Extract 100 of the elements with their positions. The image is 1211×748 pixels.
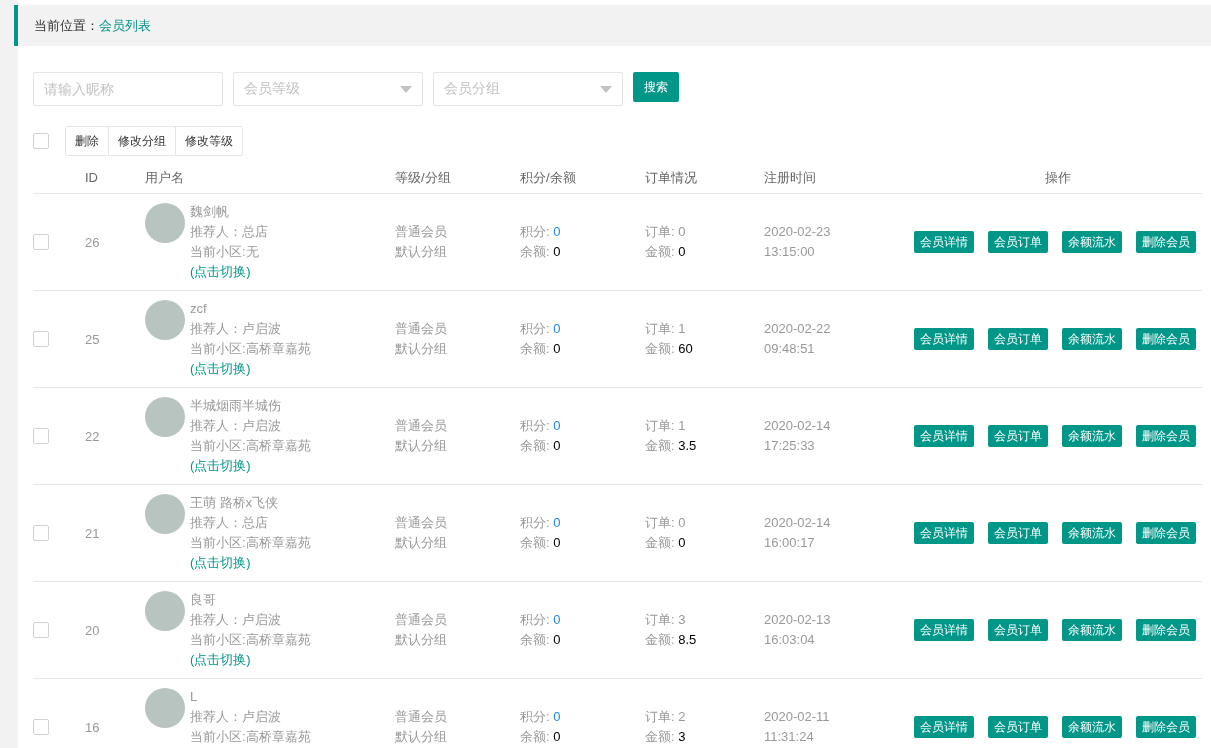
row-checkbox[interactable] [33, 331, 49, 347]
order-count: 订单: 0 [645, 514, 687, 532]
column-header: 等级/分组 [395, 168, 452, 187]
row-checkbox[interactable] [33, 234, 49, 250]
balance-value: 0 [553, 632, 561, 647]
row-checkbox[interactable] [33, 525, 49, 541]
register-date: 2020-02-11 [764, 708, 831, 726]
member-action-button[interactable]: 会员详情 [914, 619, 974, 641]
member-action-button[interactable]: 会员详情 [914, 328, 974, 350]
member-group: 默认分组 [395, 630, 520, 650]
member-action-button[interactable]: 会员订单 [988, 425, 1048, 447]
register-date: 2020-02-22 [764, 320, 832, 338]
balance-value: 0 [553, 729, 561, 744]
order-count: 订单: 3 [645, 611, 687, 629]
breadcrumb-current[interactable]: 会员列表 [99, 16, 151, 35]
balance-label: 余额: [520, 729, 550, 744]
balance-value: 0 [553, 438, 561, 453]
row-checkbox[interactable] [33, 719, 49, 735]
switch-community-link[interactable]: (点击切换) [190, 650, 311, 670]
community-text: 当前小区:无 [190, 243, 260, 261]
select-all-checkbox[interactable] [33, 133, 49, 149]
points-value: 0 [553, 515, 561, 530]
member-action-button[interactable]: 余额流水 [1062, 716, 1122, 738]
avatar-photo-placeholder [145, 494, 185, 534]
avatar-photo-placeholder [145, 688, 185, 728]
avatar-photo-placeholder [145, 397, 185, 437]
member-name: 王萌 路桥x飞侠 [190, 494, 280, 512]
member-level: 普通会员 [395, 611, 448, 629]
member-action-button[interactable]: 会员详情 [914, 522, 974, 544]
member-group: 默认分组 [395, 533, 520, 553]
member-action-button[interactable]: 删除会员 [1136, 231, 1196, 253]
amount-label: 金额: [645, 341, 675, 356]
community-text: 当前小区:高桥章嘉苑 [190, 631, 311, 649]
community-text: 当前小区:高桥章嘉苑 [190, 728, 311, 746]
caret-icon [600, 85, 612, 93]
column-header: 用户名 [145, 168, 185, 187]
member-action-button[interactable]: 删除会员 [1136, 425, 1196, 447]
member-action-button[interactable]: 会员详情 [914, 425, 974, 447]
member-name: 魏剑帆 [190, 203, 230, 221]
member-id: 21 [85, 525, 101, 541]
member-action-button[interactable]: 会员订单 [988, 619, 1048, 641]
member-action-button[interactable]: 删除会员 [1136, 328, 1196, 350]
switch-community-link[interactable]: (点击切换) [190, 262, 268, 282]
amount-label: 金额: [645, 438, 675, 453]
member-action-button[interactable]: 余额流水 [1062, 425, 1122, 447]
member-id: 26 [85, 234, 101, 250]
switch-community-link[interactable]: (点击切换) [190, 456, 311, 476]
column-header: 注册时间 [764, 168, 817, 187]
points-label: 积分: [520, 515, 550, 530]
member-action-button[interactable]: 余额流水 [1062, 619, 1122, 641]
member-action-button[interactable]: 删除会员 [1136, 522, 1196, 544]
order-count: 订单: 1 [645, 320, 687, 338]
level-dropdown[interactable]: 会员等级 [233, 72, 423, 106]
member-action-button[interactable]: 会员订单 [988, 328, 1048, 350]
switch-community-link[interactable]: (点击切换) [190, 359, 311, 379]
member-group: 默认分组 [395, 727, 520, 747]
member-action-button[interactable]: 删除会员 [1136, 716, 1196, 738]
breadcrumb-label: 当前位置： [34, 16, 99, 35]
member-action-button[interactable]: 会员订单 [988, 716, 1048, 738]
register-time: 17:25:33 [764, 437, 816, 455]
register-time: 13:15:00 [764, 243, 816, 261]
balance-value: 0 [553, 244, 561, 259]
amount-label: 金额: [645, 729, 675, 744]
community-text: 当前小区:高桥章嘉苑 [190, 340, 311, 358]
search-button[interactable]: 搜索 [633, 72, 679, 102]
amount-value: 0 [678, 535, 686, 550]
referrer-text: 推荐人：卢启波 [190, 611, 282, 629]
order-count: 订单: 2 [645, 708, 687, 726]
member-action-button[interactable]: 余额流水 [1062, 231, 1122, 253]
member-name: 半城烟雨半城伤 [190, 397, 282, 415]
row-checkbox[interactable] [33, 428, 49, 444]
member-action-button[interactable]: 余额流水 [1062, 328, 1122, 350]
member-level: 普通会员 [395, 417, 448, 435]
switch-community-link[interactable]: (点击切换) [190, 553, 311, 573]
member-action-button[interactable]: 余额流水 [1062, 522, 1122, 544]
register-time: 11:31:24 [764, 728, 815, 746]
nickname-field[interactable]: 请输入昵称 [33, 72, 223, 106]
avatar-photo-placeholder [145, 300, 185, 340]
amount-label: 金额: [645, 244, 675, 259]
member-action-button[interactable]: 会员订单 [988, 231, 1048, 253]
order-count: 订单: 1 [645, 417, 687, 435]
member-action-button[interactable]: 会员详情 [914, 716, 974, 738]
points-label: 积分: [520, 224, 550, 239]
referrer-text: 推荐人：总店 [190, 223, 268, 241]
amount-label: 金额: [645, 535, 675, 550]
points-value: 0 [553, 418, 561, 433]
member-action-button[interactable]: 会员详情 [914, 231, 974, 253]
batch-action-button[interactable]: 修改等级 [175, 127, 242, 155]
referrer-text: 推荐人：卢启波 [190, 417, 282, 435]
member-level: 普通会员 [395, 708, 448, 726]
group-dropdown[interactable]: 会员分组 [433, 72, 623, 106]
balance-value: 0 [553, 341, 561, 356]
referrer-text: 推荐人：卢启波 [190, 320, 282, 338]
member-action-button[interactable]: 删除会员 [1136, 619, 1196, 641]
community-text: 当前小区:高桥章嘉苑 [190, 437, 311, 455]
amount-value: 3.5 [678, 438, 697, 453]
member-action-button[interactable]: 会员订单 [988, 522, 1048, 544]
points-label: 积分: [520, 418, 550, 433]
row-checkbox[interactable] [33, 622, 49, 638]
balance-label: 余额: [520, 535, 550, 550]
